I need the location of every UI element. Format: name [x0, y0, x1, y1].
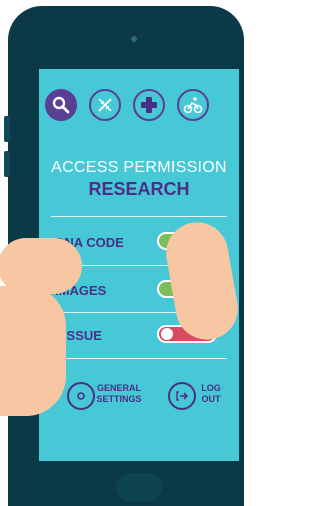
general-settings-button[interactable]: [67, 382, 95, 410]
medical-cross-icon: [141, 97, 157, 113]
general-settings-label[interactable]: GENERAL SETTINGS: [95, 383, 143, 405]
activity-button[interactable]: [177, 89, 209, 121]
search-icon: [52, 96, 70, 114]
search-button[interactable]: [45, 89, 77, 121]
logout-button[interactable]: [168, 382, 196, 410]
divider: [51, 216, 227, 217]
page-title: ACCESS PERMISSION: [51, 159, 227, 176]
logout-label[interactable]: LOG OUT: [196, 383, 226, 405]
gear-icon: [77, 392, 85, 400]
divider: [51, 358, 227, 359]
toggle-knob: [161, 328, 173, 340]
cyclist-icon: [183, 97, 203, 114]
dna-button[interactable]: [89, 89, 121, 121]
settings-line2: SETTINGS: [96, 394, 142, 404]
dna-icon: [98, 98, 112, 112]
side-button: [4, 151, 10, 177]
page-subtitle: RESEARCH: [88, 179, 190, 199]
logout-icon: [176, 391, 189, 401]
home-button[interactable]: [116, 473, 162, 501]
camera-dot: [131, 36, 137, 42]
logout-line1: LOG: [201, 383, 221, 393]
settings-line1: GENERAL: [96, 383, 141, 393]
medical-button[interactable]: [133, 89, 165, 121]
side-button: [4, 116, 10, 142]
logout-line2: OUT: [201, 394, 221, 404]
left-finger: [0, 350, 62, 394]
